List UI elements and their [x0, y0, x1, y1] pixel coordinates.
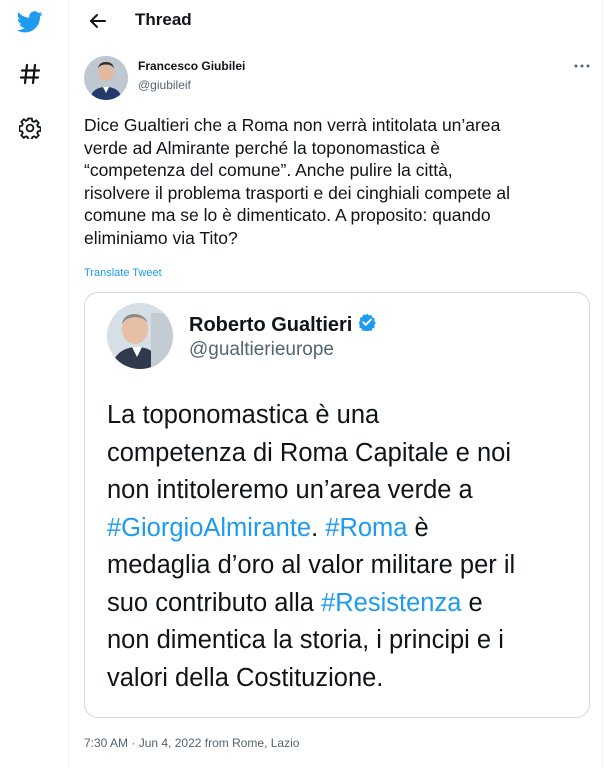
quoted-author-handle[interactable]: @gualtierieurope — [189, 339, 334, 361]
thread-header: Thread — [69, 0, 602, 42]
left-nav — [0, 0, 68, 768]
quote-text-fragment: . — [311, 513, 326, 542]
quote-line: valori della Costituzione. — [107, 663, 384, 692]
quote-line: non intitoleremo un’area verde a — [107, 476, 473, 504]
quote-line: #GiorgioAlmirante. #Roma è — [107, 510, 577, 548]
back-arrow-icon[interactable] — [85, 8, 111, 34]
avatar[interactable] — [107, 303, 173, 369]
quote-line: competenza di Roma Capitale e noi — [107, 438, 511, 467]
quoted-tweet[interactable]: Roberto Gualtieri @gualtierieurope La to… — [84, 292, 590, 718]
tweet-timestamp[interactable]: 7:30 AM · Jun 4, 2022 from Rome, Lazio — [84, 736, 299, 750]
quote-text-fragment: suo contributo alla — [107, 588, 322, 617]
tweet-line: “competenza del comune”. Anche pulire la… — [84, 160, 453, 180]
quote-line: medaglia d’oro al valor militare per il — [107, 551, 516, 579]
author-handle[interactable]: @giubileif — [138, 78, 191, 92]
gear-icon[interactable] — [16, 114, 44, 142]
quoted-author-name-text: Roberto Gualtieri — [189, 313, 353, 336]
page-title: Thread — [135, 10, 192, 29]
tweet-line: comune ma se lo è dimenticato. A proposi… — [84, 205, 491, 225]
hashtag-link[interactable]: #Resistenza — [321, 589, 461, 617]
twitter-bird-icon[interactable] — [16, 8, 44, 36]
tweet-line: Dice Gualtieri che a Roma non verrà inti… — [84, 115, 501, 135]
author-name[interactable]: Francesco Giubilei — [138, 59, 245, 73]
avatar[interactable] — [84, 56, 128, 100]
more-options-icon[interactable] — [572, 58, 592, 74]
divider — [602, 0, 603, 768]
quote-line: La toponomastica è una — [107, 401, 380, 429]
quoted-tweet-text: La toponomastica è una competenza di Rom… — [107, 397, 577, 697]
quote-line: suo contributo alla #Resistenza e — [107, 585, 577, 623]
tweet-line: risolvere il problema trasporti e dei ci… — [84, 182, 511, 203]
quote-text-fragment: e — [461, 588, 483, 617]
verified-badge-icon — [358, 313, 377, 337]
divider — [68, 0, 69, 768]
quoted-author-name[interactable]: Roberto Gualtieri — [189, 313, 377, 337]
tweet-text: Dice Gualtieri che a Roma non verrà inti… — [84, 114, 594, 249]
tweet-line: eliminiamo via Tito? — [84, 227, 238, 248]
translate-tweet-link[interactable]: Translate Tweet — [84, 267, 162, 279]
hashtag-link[interactable]: #Roma — [325, 514, 407, 542]
quote-text-fragment: è — [407, 513, 429, 542]
tweet-line: verde ad Almirante perché la toponomasti… — [84, 137, 441, 158]
hashtag-icon[interactable] — [16, 60, 44, 88]
quote-line: non dimentica la storia, i principi e i — [107, 626, 504, 654]
hashtag-link[interactable]: #GiorgioAlmirante — [107, 514, 311, 542]
